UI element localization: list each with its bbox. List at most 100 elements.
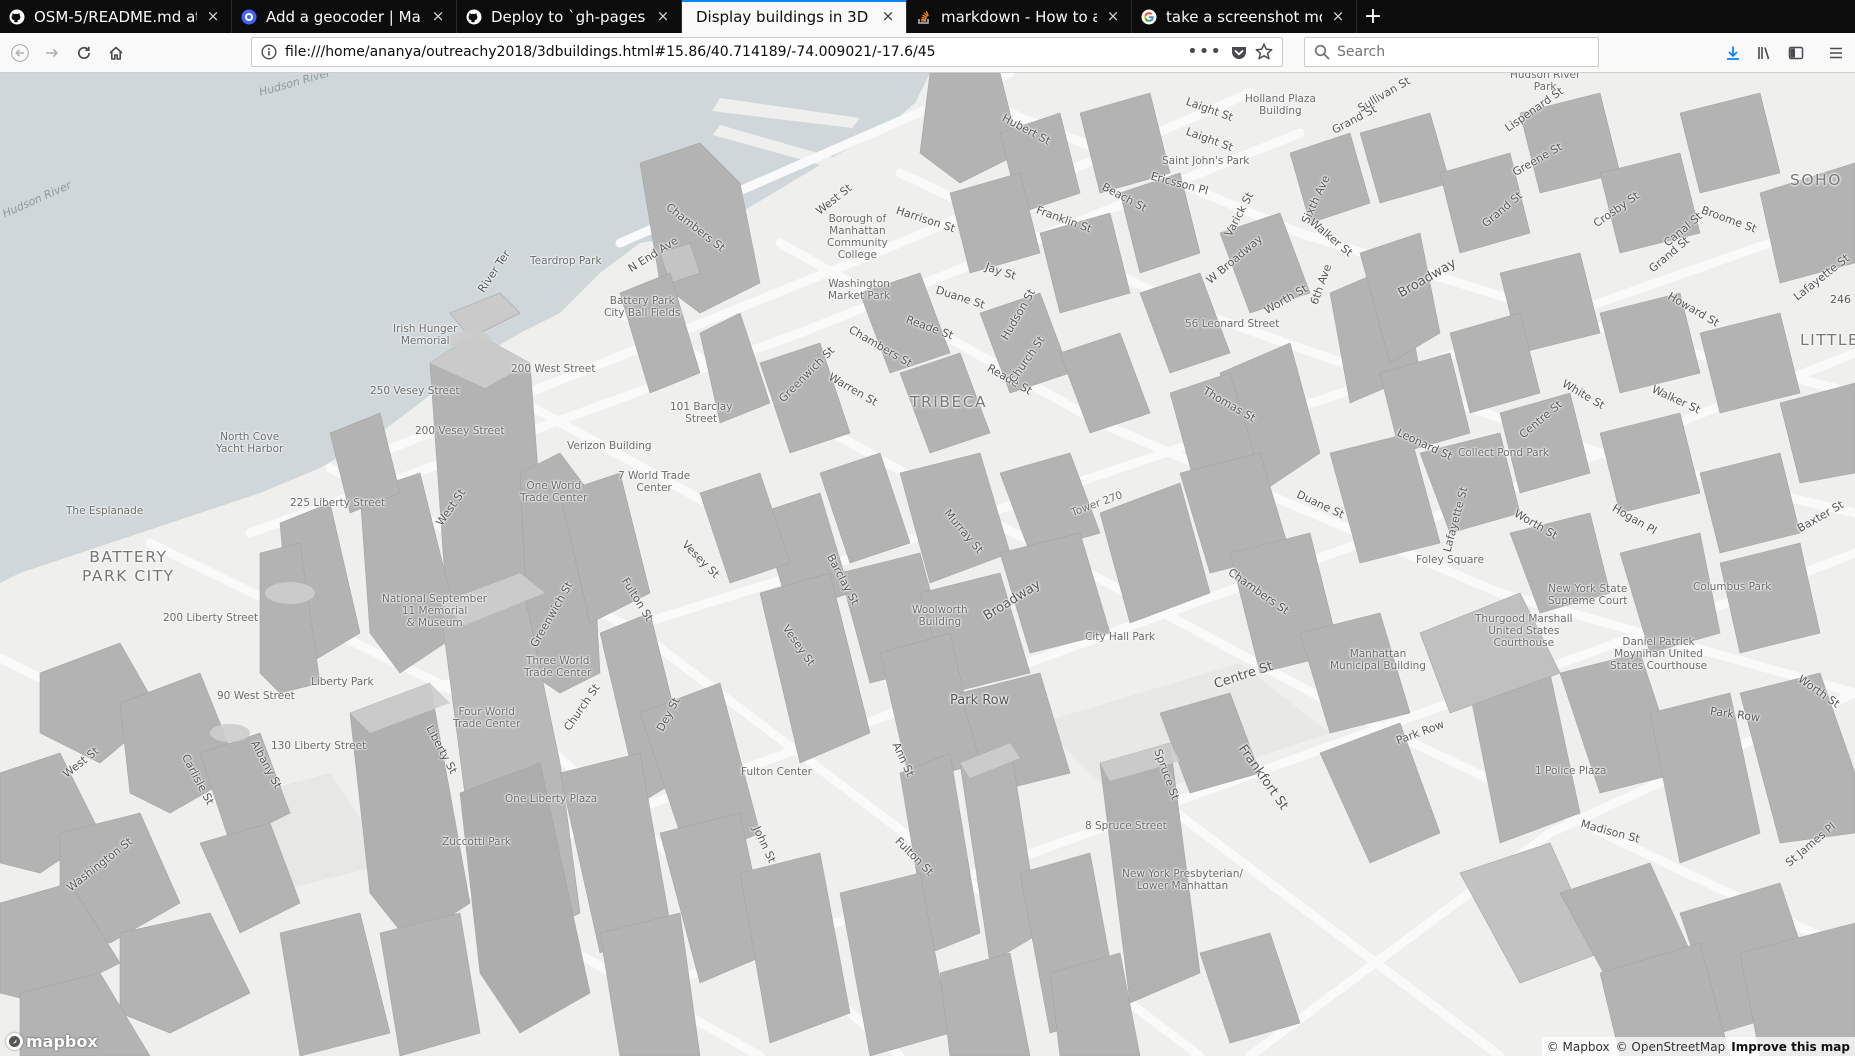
building-label: 8 Spruce Street — [1085, 820, 1167, 832]
building-label: 246 — [1830, 293, 1851, 306]
url-bar[interactable]: file:///home/ananya/outreachy2018/3dbuil… — [251, 37, 1283, 67]
park-label: Zuccotti Park — [442, 836, 511, 848]
park-label: Columbus Park — [1693, 581, 1772, 593]
park-label: Liberty Park — [311, 676, 374, 688]
sidebar-button[interactable] — [1782, 39, 1810, 67]
poi-label: Irish Hunger Memorial — [393, 323, 458, 347]
tab-deploy-gh-pages[interactable]: Deploy to `gh-pages` fro × — [457, 0, 682, 33]
neighborhood-label: BATTERY PARK CITY — [82, 548, 175, 585]
park-label: Teardrop Park — [530, 255, 602, 267]
park-label: Washington Market Park — [828, 278, 891, 302]
close-tab-icon[interactable]: × — [655, 8, 671, 24]
tab-title: markdown - How to add — [941, 7, 1097, 26]
building-label: One Liberty Plaza — [505, 793, 598, 805]
library-button[interactable] — [1751, 39, 1779, 67]
reload-icon — [78, 46, 91, 59]
close-tab-icon[interactable]: × — [1330, 8, 1346, 24]
park-label: Battery Park City Ball Fields — [604, 295, 681, 319]
neighborhood-label: LITTLE — [1800, 331, 1855, 349]
search-bar[interactable]: Search — [1304, 37, 1599, 67]
building-label: 200 West Street — [511, 363, 596, 375]
google-icon — [1140, 8, 1157, 25]
park-label: Collect Pond Park — [1458, 447, 1550, 459]
park-label: City Hall Park — [1085, 631, 1156, 643]
mapbox-logo[interactable]: mapbox — [6, 1032, 98, 1051]
forward-button[interactable] — [38, 39, 66, 67]
building-label: 200 Vesey Street — [415, 425, 505, 437]
tab-take-screenshot[interactable]: take a screenshot mozill × — [1132, 0, 1357, 33]
home-button[interactable] — [102, 39, 130, 67]
building-label: Three World Trade Center — [524, 655, 592, 679]
improve-map-link[interactable]: Improve this map — [1731, 1040, 1850, 1054]
poi-label: North Cove Yacht Harbor — [216, 431, 284, 455]
poi-label: Fulton Center — [741, 766, 812, 778]
park-label: Foley Square — [1416, 554, 1484, 566]
library-icon — [1758, 47, 1770, 60]
close-tab-icon[interactable]: × — [880, 8, 896, 24]
building-label: One World Trade Center — [520, 480, 588, 504]
home-icon — [109, 46, 123, 60]
map-canvas[interactable]: Hudson River Hudson River BATTERY PARK C… — [0, 73, 1855, 1056]
building-label: 90 West Street — [217, 690, 295, 702]
building-label: Thurgood Marshall United States Courthou… — [1475, 613, 1573, 649]
neighborhood-label: TRIBECA — [910, 393, 988, 411]
building-label: 101 Barclay Street — [670, 401, 733, 425]
info-icon[interactable] — [261, 44, 277, 60]
back-arrow-icon — [11, 44, 29, 62]
github-icon — [8, 8, 25, 25]
attribution-mapbox-link[interactable]: © Mapbox — [1547, 1040, 1610, 1054]
building-label: 56 Leonard Street — [1185, 318, 1280, 330]
park-label: Saint John's Park — [1162, 155, 1250, 167]
back-button[interactable] — [6, 39, 34, 67]
reload-button[interactable] — [70, 39, 98, 67]
building-label: 200 Liberty Street — [163, 612, 259, 624]
poi-label: National September 11 Memorial & Museum — [382, 593, 488, 629]
tab-title: Display buildings in 3D — [696, 7, 869, 26]
search-icon — [1314, 44, 1330, 60]
building-label: Holland Plaza Building — [1245, 93, 1316, 117]
map-attribution: © Mapbox © OpenStreetMap Improve this ma… — [1541, 1037, 1855, 1056]
download-arrow-icon — [1727, 46, 1739, 60]
tab-strip: OSM-5/README.md at m × Add a geocoder | … — [0, 0, 1855, 33]
sidebar-icon — [1788, 46, 1804, 60]
close-tab-icon[interactable]: × — [1105, 8, 1121, 24]
neighborhood-label: SOHO — [1790, 171, 1842, 189]
tab-markdown-how-to[interactable]: markdown - How to add × — [907, 0, 1132, 33]
building-label: Manhattan Municipal Building — [1330, 648, 1426, 672]
forward-arrow-icon — [46, 48, 59, 58]
menu-button[interactable] — [1822, 39, 1850, 67]
page-actions-icon[interactable]: ••• — [1187, 41, 1222, 62]
mapbox-logo-text: mapbox — [26, 1032, 98, 1051]
close-tab-icon[interactable]: × — [205, 8, 221, 24]
park-label: Hudson River Park — [1510, 73, 1581, 93]
tab-title: take a screenshot mozill — [1166, 7, 1322, 26]
pocket-icon[interactable] — [1230, 44, 1248, 62]
building-label: 250 Vesey Street — [370, 385, 460, 397]
mapbox-logo-icon — [6, 1033, 23, 1050]
building-label: 7 World Trade Center — [618, 470, 691, 494]
close-tab-icon[interactable]: × — [430, 8, 446, 24]
building-label: 130 Liberty Street — [271, 740, 367, 752]
attribution-osm-link[interactable]: © OpenStreetMap — [1616, 1040, 1726, 1054]
new-tab-button[interactable]: + — [1357, 0, 1389, 33]
building-label: Daniel Patrick Moynihan United States Co… — [1610, 636, 1708, 672]
stackoverflow-icon — [915, 8, 932, 25]
url-text[interactable]: file:///home/ananya/outreachy2018/3dbuil… — [285, 44, 936, 60]
tab-add-geocoder[interactable]: Add a geocoder | Mapbox × — [232, 0, 457, 33]
github-icon — [465, 8, 482, 25]
street-label: Park Row — [950, 693, 1010, 708]
tab-osm-readme[interactable]: OSM-5/README.md at m × — [0, 0, 232, 33]
poi-label: Borough of Manhattan Community College — [827, 213, 888, 261]
tab-title: OSM-5/README.md at m — [34, 7, 197, 26]
tab-title: Add a geocoder | Mapbox — [266, 7, 422, 26]
building-label: Verizon Building — [567, 440, 652, 452]
navigation-toolbar: file:///home/ananya/outreachy2018/3dbuil… — [0, 33, 1855, 73]
bookmark-star-icon[interactable] — [1254, 42, 1274, 62]
building-label: 225 Liberty Street — [290, 497, 386, 509]
tab-title: Deploy to `gh-pages` fro — [491, 7, 647, 26]
park-label: The Esplanade — [66, 505, 144, 517]
hamburger-menu-icon — [1830, 47, 1842, 59]
downloads-button[interactable] — [1719, 39, 1747, 67]
tab-display-buildings-3d[interactable]: Display buildings in 3D × — [682, 0, 907, 33]
building-label: Four World Trade Center — [453, 706, 521, 730]
